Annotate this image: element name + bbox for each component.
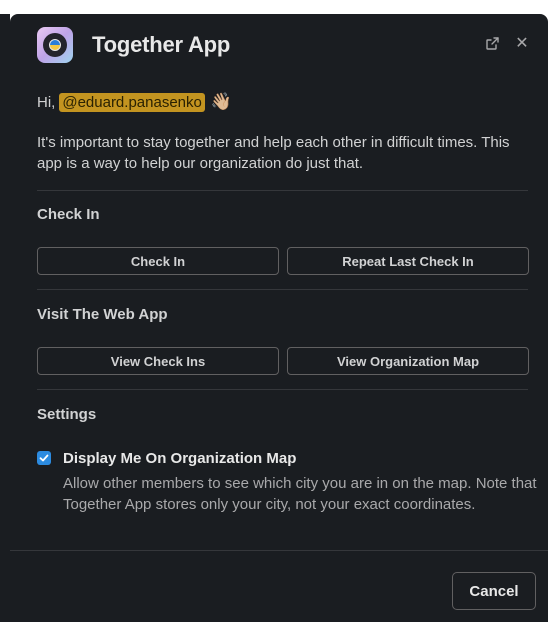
view-check-ins-button[interactable]: View Check Ins — [37, 347, 279, 375]
wave-emoji: 👋🏼 — [210, 92, 233, 111]
together-app-logo-icon — [37, 27, 73, 63]
greeting: Hi, @eduard.panasenko 👋🏼 — [37, 92, 232, 112]
modal-header: Together App ✕ — [10, 14, 548, 78]
modal-title: Together App — [92, 32, 231, 57]
together-app-modal: Together App ✕ Hi, @eduard.panasenko 👋🏼 … — [10, 14, 548, 622]
display-on-map-description: Allow other members to see which city yo… — [63, 475, 537, 513]
background-edge — [0, 14, 10, 622]
view-organization-map-button[interactable]: View Organization Map — [287, 347, 529, 375]
section-title-settings: Settings — [37, 406, 97, 423]
divider — [37, 389, 528, 390]
user-mention[interactable]: @eduard.panasenko — [59, 92, 205, 112]
checkmark-icon — [39, 454, 49, 462]
external-link-icon[interactable] — [482, 34, 502, 54]
repeat-last-check-in-button[interactable]: Repeat Last Check In — [287, 247, 529, 275]
display-on-map-checkbox[interactable] — [37, 451, 51, 465]
section-title-check-in: Check In — [37, 206, 100, 223]
display-on-map-label[interactable]: Display Me On Organization Map — [63, 450, 296, 467]
check-in-button[interactable]: Check In — [37, 247, 279, 275]
divider — [37, 190, 528, 191]
divider — [37, 289, 528, 290]
cancel-button[interactable]: Cancel — [452, 572, 536, 610]
footer-divider — [10, 550, 548, 551]
section-title-web-app: Visit The Web App — [37, 306, 168, 323]
intro-text: It's important to stay together and help… — [37, 134, 510, 172]
greeting-prefix: Hi, — [37, 93, 56, 111]
close-icon[interactable]: ✕ — [512, 34, 532, 54]
